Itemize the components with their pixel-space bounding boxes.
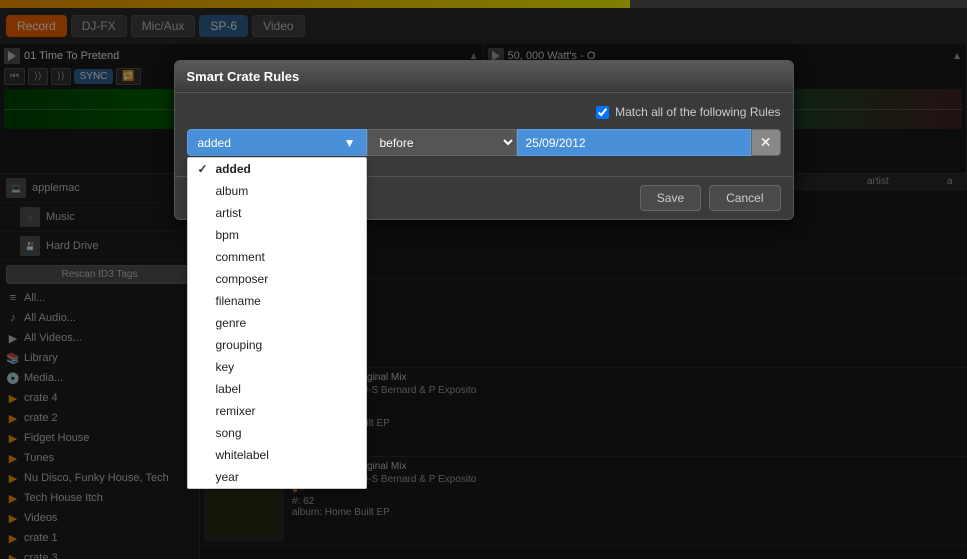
date-input[interactable] [517, 129, 751, 156]
field-dropdown-button[interactable]: added ▼ [187, 129, 367, 156]
checkmark-icon: ✓ [198, 162, 210, 176]
dropdown-remixer[interactable]: remixer [188, 400, 366, 422]
modal-overlay: Smart Crate Rules Match all of the follo… [0, 0, 967, 559]
match-all-label: Match all of the following Rules [615, 105, 780, 119]
condition-select[interactable]: beforeafteron [367, 129, 517, 156]
field-dropdown-label: added [198, 136, 231, 150]
dropdown-bpm[interactable]: bpm [188, 224, 366, 246]
dropdown-genre[interactable]: genre [188, 312, 366, 334]
dropdown-grouping[interactable]: grouping [188, 334, 366, 356]
modal-title: Smart Crate Rules [187, 69, 300, 84]
modal-rule-row: added ▼ ✓ added album [187, 129, 781, 156]
dropdown-album[interactable]: album [188, 180, 366, 202]
dropdown-whitelabel[interactable]: whitelabel [188, 444, 366, 466]
smart-crate-modal: Smart Crate Rules Match all of the follo… [174, 60, 794, 220]
remove-rule-button[interactable]: ✕ [751, 129, 781, 156]
rule-controls: added ▼ ✓ added album [187, 129, 781, 156]
dropdown-added[interactable]: ✓ added [188, 158, 366, 180]
field-dropdown-arrow: ▼ [344, 136, 356, 150]
dropdown-song[interactable]: song [188, 422, 366, 444]
modal-body: Match all of the following Rules added ▼… [175, 93, 793, 176]
dropdown-composer[interactable]: composer [188, 268, 366, 290]
dropdown-artist[interactable]: artist [188, 202, 366, 224]
dropdown-key[interactable]: key [188, 356, 366, 378]
field-dropdown-menu: ✓ added album artist [187, 157, 367, 489]
dropdown-filename[interactable]: filename [188, 290, 366, 312]
match-all-checkbox[interactable] [596, 106, 609, 119]
match-all-row: Match all of the following Rules [187, 105, 781, 119]
modal-header: Smart Crate Rules [175, 61, 793, 93]
dropdown-label[interactable]: label [188, 378, 366, 400]
dropdown-comment[interactable]: comment [188, 246, 366, 268]
cancel-button[interactable]: Cancel [709, 185, 780, 211]
dropdown-year[interactable]: year [188, 466, 366, 488]
save-button[interactable]: Save [640, 185, 701, 211]
